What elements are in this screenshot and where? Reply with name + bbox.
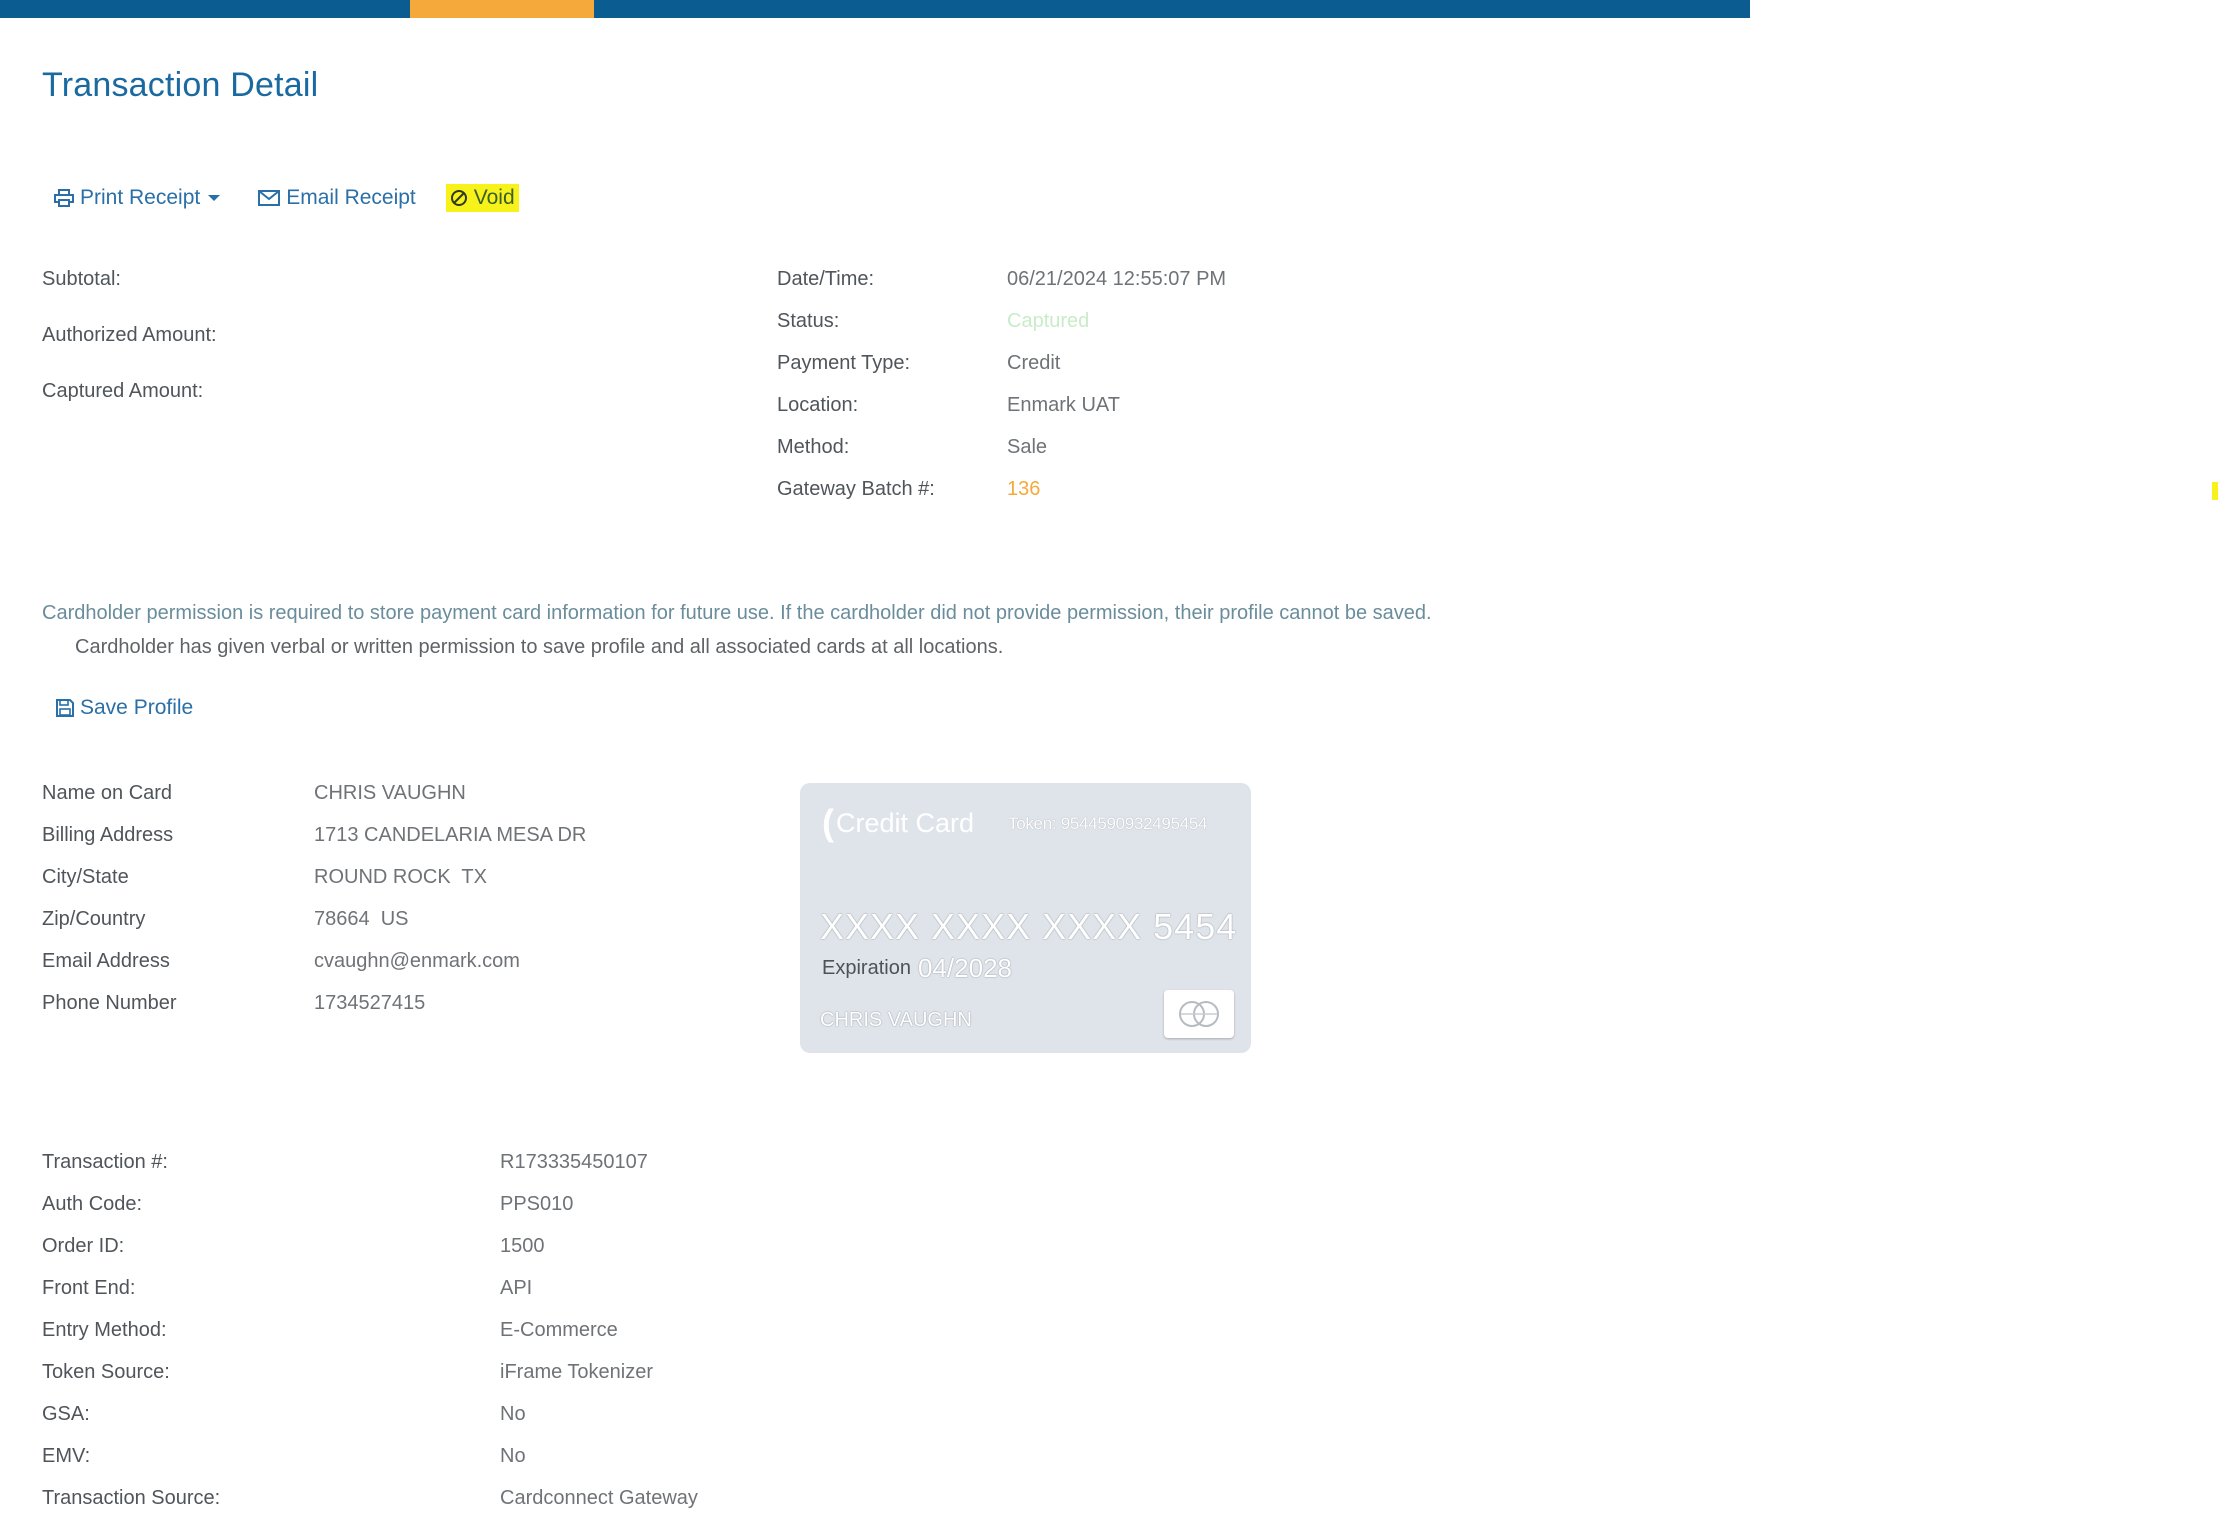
print-receipt-label: Print Receipt	[80, 186, 201, 209]
zip-country-value: 78664 US	[314, 908, 409, 930]
email-address-value: cvaughn@enmark.com	[314, 950, 520, 972]
transaction-source-value: Cardconnect Gateway	[500, 1487, 698, 1509]
auth-code-value: PPS010	[500, 1193, 574, 1215]
auth-code-label: Auth Code:	[42, 1193, 143, 1215]
save-profile-label: Save Profile	[80, 696, 194, 719]
card-logo-icon: (	[822, 802, 834, 843]
name-on-card-value: CHRIS VAUGHN	[314, 782, 466, 804]
emv-value: No	[500, 1445, 526, 1467]
method-label: Method:	[777, 436, 850, 458]
order-id-label: Order ID:	[42, 1235, 125, 1257]
card-brand: ( Credit Card	[822, 805, 974, 841]
method-value: Sale	[1007, 436, 1048, 458]
mastercard-icon	[1164, 990, 1234, 1038]
print-receipt-button[interactable]: Print Receipt	[54, 186, 221, 210]
card-brand-label: Credit Card	[836, 807, 975, 838]
subtotal-label: Subtotal:	[42, 268, 121, 290]
void-button[interactable]: Void	[445, 184, 519, 212]
location-label: Location:	[777, 394, 859, 416]
chevron-down-icon	[208, 195, 221, 201]
order-id-value: 1500	[500, 1235, 545, 1257]
token-source-value: iFrame Tokenizer	[500, 1361, 654, 1383]
city-state-label: City/State	[42, 866, 129, 888]
emv-label: EMV:	[42, 1445, 91, 1467]
card-holder-name: CHRIS VAUGHN	[820, 1009, 972, 1031]
status-label: Status:	[777, 310, 840, 332]
card-expiration-label: Expiration	[822, 957, 911, 979]
transaction-source-label: Transaction Source:	[42, 1487, 221, 1509]
zip-country-label: Zip/Country	[42, 908, 146, 930]
gsa-value: No	[500, 1403, 526, 1425]
status-value: Captured	[1007, 310, 1090, 332]
email-receipt-button[interactable]: Email Receipt	[258, 186, 416, 210]
credit-card-graphic: ( Credit Card Token: 9544590932495454 XX…	[800, 783, 1251, 1053]
billing-address-label: Billing Address	[42, 824, 174, 846]
datetime-value: 06/21/2024 12:55:07 PM	[1007, 268, 1227, 290]
permission-notice: Cardholder permission is required to sto…	[42, 602, 1432, 624]
payment-type-label: Payment Type:	[777, 352, 911, 374]
gateway-batch-label: Gateway Batch #:	[777, 478, 935, 500]
card-number: XXXX XXXX XXXX 5454	[820, 906, 1238, 947]
billing-address-value: 1713 CANDELARIA MESA DR	[314, 824, 587, 846]
phone-number-label: Phone Number	[42, 992, 177, 1014]
gateway-batch-link[interactable]: 136	[1007, 478, 1040, 501]
card-token: Token: 9544590932495454	[1008, 814, 1208, 833]
void-label: Void	[473, 186, 515, 209]
card-expiration-value: 04/2028	[918, 953, 1012, 983]
floppy-disk-icon	[56, 699, 74, 717]
transaction-number-label: Transaction #:	[42, 1151, 168, 1173]
transaction-number-value: R173335450107	[500, 1151, 648, 1173]
phone-number-value: 1734527415	[314, 992, 426, 1014]
action-toolbar: Print Receipt Email Receipt Void	[54, 180, 519, 216]
datetime-label: Date/Time:	[777, 268, 875, 290]
highlight-marker	[2212, 482, 2218, 500]
ban-icon	[450, 190, 467, 206]
page-title: Transaction Detail	[42, 66, 319, 104]
permission-checkbox-label[interactable]: Cardholder has given verbal or written p…	[75, 636, 1003, 659]
entry-method-value: E-Commerce	[500, 1319, 618, 1341]
envelope-icon	[258, 190, 281, 206]
payment-type-value: Credit	[1007, 352, 1061, 374]
captured-amount-label: Captured Amount:	[42, 380, 204, 402]
top-bar-accent	[410, 0, 594, 18]
token-source-label: Token Source:	[42, 1361, 170, 1383]
printer-icon	[54, 189, 74, 207]
save-profile-button[interactable]: Save Profile	[56, 696, 193, 720]
authorized-amount-label: Authorized Amount:	[42, 324, 217, 346]
entry-method-label: Entry Method:	[42, 1319, 167, 1341]
email-receipt-label: Email Receipt	[286, 186, 416, 209]
gsa-label: GSA:	[42, 1403, 90, 1425]
front-end-label: Front End:	[42, 1277, 136, 1299]
name-on-card-label: Name on Card	[42, 782, 173, 804]
email-address-label: Email Address	[42, 950, 170, 972]
top-bar	[0, 0, 1750, 18]
city-state-value: ROUND ROCK TX	[314, 866, 487, 888]
front-end-value: API	[500, 1277, 533, 1299]
location-value: Enmark UAT	[1007, 394, 1120, 416]
